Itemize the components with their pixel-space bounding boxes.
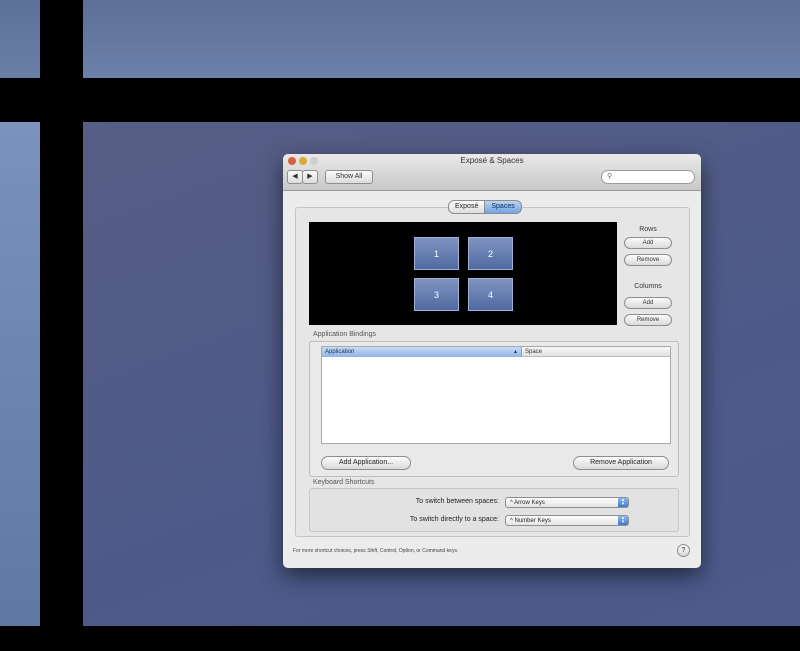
switch-directly-popup[interactable]: ^ Number Keys ▴ ▾ — [505, 515, 629, 526]
column-header-application[interactable]: Application ▲ — [322, 347, 522, 357]
preferences-window: Exposé & Spaces ◀ ▶ Show All ⚲ Exposé Sp… — [283, 154, 701, 568]
switch-between-label: To switch between spaces: — [415, 498, 499, 505]
application-bindings-label: Application Bindings — [313, 331, 377, 338]
column-header-space[interactable]: Space — [522, 347, 670, 357]
forward-button[interactable]: ▶ — [302, 170, 318, 184]
add-application-button[interactable]: Add Application... — [321, 456, 411, 470]
window-title: Exposé & Spaces — [460, 156, 524, 165]
space-tile-4[interactable]: 4 — [468, 278, 513, 311]
switch-directly-label: To switch directly to a space: — [409, 516, 499, 523]
show-all-button[interactable]: Show All — [325, 170, 373, 184]
space-tile-3[interactable]: 3 — [414, 278, 459, 311]
help-button[interactable]: ? — [677, 544, 690, 557]
title-bar: Exposé & Spaces ◀ ▶ Show All ⚲ — [283, 154, 701, 191]
bindings-table[interactable]: Application ▲ Space — [321, 346, 671, 444]
popup-arrows-icon: ▴ ▾ — [618, 498, 628, 507]
sort-arrow-icon: ▲ — [513, 349, 518, 355]
search-icon: ⚲ — [607, 173, 613, 180]
desktop-space-bottom-left — [0, 122, 40, 626]
table-header: Application ▲ Space — [322, 347, 670, 357]
rows-label: Rows — [639, 226, 657, 233]
columns-remove-button[interactable]: Remove — [624, 314, 672, 326]
rows-remove-button[interactable]: Remove — [624, 254, 672, 266]
spaces-preview: 1 2 3 4 — [309, 222, 617, 325]
column-header-application-label: Application — [325, 349, 355, 355]
shortcut-hint-text: For more shortcut choices, press Shift, … — [293, 548, 459, 554]
space-tile-1[interactable]: 1 — [414, 237, 459, 270]
tab-bar: Exposé Spaces — [448, 200, 522, 214]
search-field[interactable]: ⚲ — [601, 170, 695, 184]
switch-between-popup[interactable]: ^ Arrow Keys ▴ ▾ — [505, 497, 629, 508]
columns-add-button[interactable]: Add — [624, 297, 672, 309]
tab-spaces[interactable]: Spaces — [485, 200, 522, 214]
tab-expose[interactable]: Exposé — [448, 200, 486, 214]
switch-directly-value: ^ Number Keys — [510, 518, 551, 524]
keyboard-shortcuts-label: Keyboard Shortcuts — [313, 479, 375, 486]
desktop-space-top-left — [0, 0, 40, 78]
back-button[interactable]: ◀ — [287, 170, 303, 184]
desktop-space-top-right — [83, 0, 800, 78]
popup-arrows-icon: ▴ ▾ — [618, 516, 628, 525]
rows-add-button[interactable]: Add — [624, 237, 672, 249]
columns-label: Columns — [634, 283, 662, 290]
switch-between-value: ^ Arrow Keys — [510, 500, 545, 506]
space-tile-2[interactable]: 2 — [468, 237, 513, 270]
remove-application-button[interactable]: Remove Application — [573, 456, 669, 470]
